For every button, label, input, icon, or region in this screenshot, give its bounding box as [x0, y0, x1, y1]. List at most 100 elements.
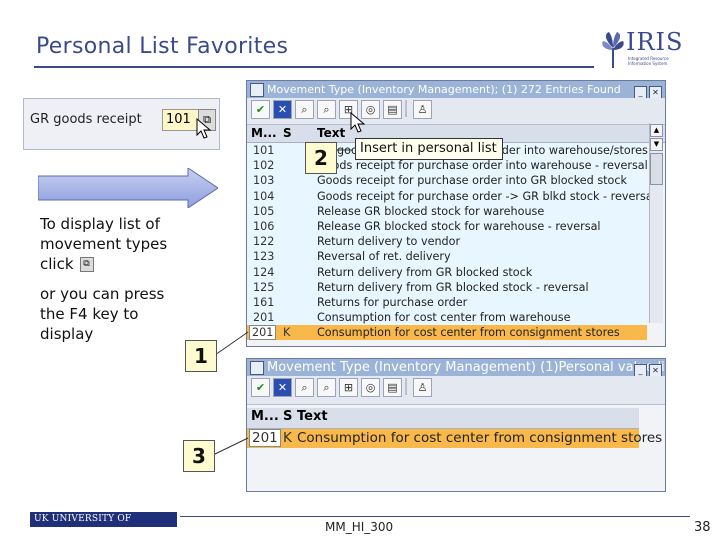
personal-value-list-dialog: Movement Type (Inventory Management) (1)…: [246, 358, 666, 492]
minimize-icon[interactable]: _: [634, 364, 647, 376]
info-icon[interactable]: ♙: [413, 100, 432, 119]
print-icon[interactable]: ▤: [383, 100, 402, 119]
col-header-mvt[interactable]: M...: [251, 126, 277, 140]
cell-s: K: [283, 430, 292, 446]
dialog-toolbar: ✔ ✕ ⌕ ⌕ ⊞ ◎ ▤ ♙: [247, 98, 665, 125]
info-icon[interactable]: ♙: [413, 378, 432, 397]
title-underline: [34, 66, 594, 68]
cell-text: Return delivery from GR blocked stock: [317, 265, 533, 279]
cell-mvt: 122: [253, 235, 275, 249]
table-row[interactable]: 201 Consumption for cost center from ware…: [247, 310, 647, 325]
toolbar-separator: [405, 100, 407, 117]
table-row[interactable]: 106 Release GR blocked stock for warehous…: [247, 219, 647, 234]
table-row[interactable]: 122 Return delivery to vendor: [247, 234, 647, 249]
dialog-titlebar: Movement Type (Inventory Management) (1)…: [247, 359, 665, 376]
movement-type-dialog: Movement Type (Inventory Management); (1…: [246, 80, 666, 347]
cell-mvt: 124: [253, 265, 275, 279]
iris-logo-subtitle: Integrated Resource Information System: [628, 56, 669, 66]
cell-text: Consumption for cost center from consign…: [297, 430, 663, 446]
instruction-click-text: To display list of movement types click: [40, 215, 168, 273]
callout-2: 2: [305, 142, 337, 174]
table-row[interactable]: 161 Returns for purchase order: [247, 295, 647, 310]
f4-help-icon: ⧉: [79, 257, 94, 272]
table-row[interactable]: 125 Return delivery from GR blocked stock…: [247, 280, 647, 295]
cell-mvt: 106: [253, 219, 275, 233]
cell-text: Consumption for cost center from warehou…: [317, 311, 571, 325]
cell-text: Goods receipt for purchase order into wa…: [317, 159, 648, 173]
cell-mvt: 161: [253, 295, 275, 309]
cell-text: Goods receipt for purchase order into GR…: [317, 174, 628, 188]
table-row[interactable]: 123 Reversal of ret. delivery: [247, 249, 647, 264]
cell-s: K: [283, 326, 291, 340]
col-header-s[interactable]: S: [283, 409, 292, 424]
iris-logo-text: IRIS: [626, 28, 684, 56]
iris-logo: IRIS Integrated Resource Information Sys…: [600, 28, 684, 72]
binoculars-icon[interactable]: ⌕: [295, 100, 314, 119]
cell-text: Return delivery from GR blocked stock - …: [317, 280, 589, 294]
cell-mvt: 123: [253, 250, 275, 264]
window-icon: [250, 83, 264, 97]
col-header-s[interactable]: S: [283, 126, 292, 140]
print-icon[interactable]: ▤: [383, 378, 402, 397]
col-header-text[interactable]: Text: [297, 409, 328, 424]
footer-line: [180, 516, 690, 517]
table-header: M... S Text: [247, 408, 639, 429]
insert-personal-list-tooltip: Insert in personal list: [355, 138, 503, 160]
cancel-icon[interactable]: ✕: [273, 378, 292, 397]
cell-text: Consumption for cost center from consign…: [317, 326, 620, 340]
footer-course-code: MM_HI_300: [325, 520, 394, 534]
cell-mvt: 125: [253, 280, 275, 294]
minimize-icon[interactable]: _: [634, 86, 647, 98]
cell-mvt: 201: [249, 325, 277, 341]
instruction-click: To display list of movement types click ⧉: [40, 214, 180, 274]
check-icon[interactable]: ✔: [251, 100, 270, 119]
callout-1: 1: [185, 340, 217, 372]
table-row[interactable]: 105 Release GR blocked stock for warehous…: [247, 204, 647, 219]
scroll-down-icon[interactable]: ▼: [650, 138, 663, 151]
table-row[interactable]: 124 Return delivery from GR blocked stock: [247, 265, 647, 280]
cell-mvt: 201: [249, 429, 281, 447]
cancel-icon[interactable]: ✕: [273, 100, 292, 119]
cell-mvt: 201: [253, 311, 275, 325]
cell-text: Reversal of ret. delivery: [317, 250, 451, 264]
gr-field-label: GR goods receipt: [30, 112, 142, 127]
insert-personal-list-icon[interactable]: ⊞: [339, 378, 358, 397]
col-header-text[interactable]: Text: [317, 126, 345, 140]
cell-mvt: 102: [253, 159, 275, 173]
mouse-cursor-icon: [350, 112, 366, 133]
table-row[interactable]: 103 Goods receipt for purchase order into…: [247, 173, 647, 188]
vertical-scrollbar[interactable]: ▲ ▼: [649, 123, 663, 323]
mouse-cursor-icon: [196, 118, 212, 139]
instruction-f4: or you can press the F4 key to display: [40, 285, 165, 343]
find-next-icon[interactable]: ⌕: [317, 378, 336, 397]
close-icon[interactable]: ✕: [649, 86, 662, 98]
cell-text: Release GR blocked stock for warehouse -…: [317, 219, 601, 233]
binoculars-icon[interactable]: ⌕: [295, 378, 314, 397]
iris-flower-icon: [602, 32, 624, 68]
cell-text: Returns for purchase order: [317, 295, 468, 309]
page-number: 38: [694, 520, 711, 535]
table-row[interactable]: 104 Goods receipt for purchase order -> G…: [247, 189, 656, 204]
dialog-titlebar: Movement Type (Inventory Management); (1…: [247, 81, 665, 98]
scroll-up-icon[interactable]: ▲: [650, 124, 663, 137]
cell-text: Release GR blocked stock for warehouse: [317, 204, 545, 218]
uk-logo: UK UNIVERSITY OF KENTUCKY: [30, 512, 177, 539]
table-row-selected[interactable]: 201 K Consumption for cost center from c…: [247, 429, 662, 448]
scrollbar-thumb[interactable]: [650, 153, 663, 185]
cell-mvt: 103: [253, 174, 275, 188]
personal-list-icon[interactable]: ◎: [361, 378, 380, 397]
gr-field-panel: GR goods receipt 101 ⧉: [23, 98, 220, 150]
table-row-selected[interactable]: 201 K Consumption for cost center from con…: [247, 325, 647, 341]
slide-title: Personal List Favorites: [36, 34, 289, 59]
cell-mvt: 104: [253, 189, 275, 203]
find-next-icon[interactable]: ⌕: [317, 100, 336, 119]
toolbar-separator: [405, 378, 407, 395]
dialog-title: Movement Type (Inventory Management) (1)…: [267, 360, 665, 375]
cell-mvt: 105: [253, 204, 275, 218]
window-icon: [250, 361, 264, 375]
col-header-mvt[interactable]: M...: [251, 409, 279, 424]
right-arrow-icon: [38, 168, 218, 208]
close-icon[interactable]: ✕: [649, 364, 662, 376]
check-icon[interactable]: ✔: [251, 378, 270, 397]
cell-mvt: 101: [253, 144, 275, 157]
